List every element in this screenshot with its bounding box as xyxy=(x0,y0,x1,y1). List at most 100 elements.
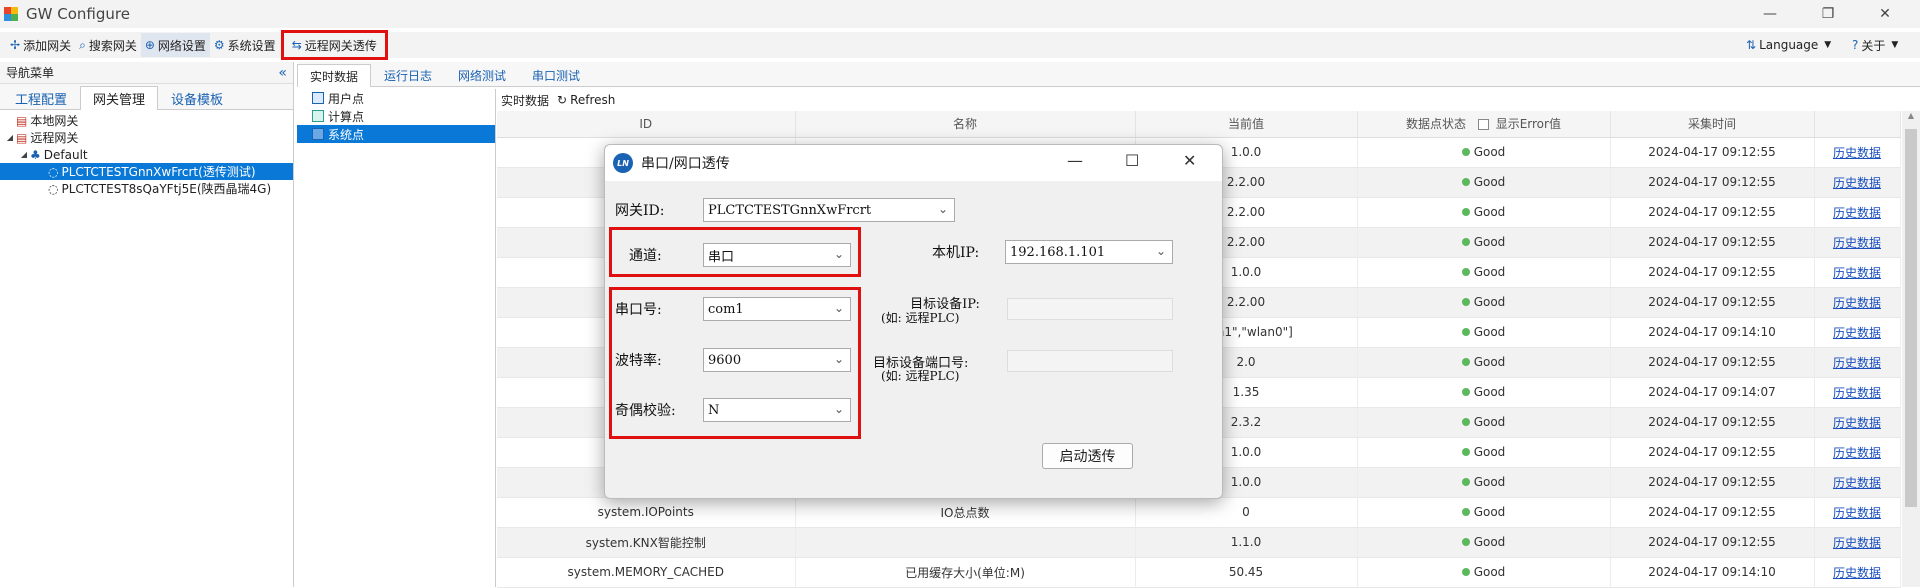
tab-project-config[interactable]: 工程配置 xyxy=(2,86,80,109)
minimize-button[interactable]: — xyxy=(1745,0,1795,28)
cell-history: 历史数据 xyxy=(1814,497,1901,528)
target-ip-input[interactable] xyxy=(1007,298,1173,320)
cell-history: 历史数据 xyxy=(1814,407,1901,438)
point-item-user[interactable]: 用户点 xyxy=(297,89,495,107)
tree-item-remote-gateway[interactable]: ◢ ▤ 远程网关 xyxy=(0,129,293,146)
table-row[interactable]: system.KNX智能控制 1.1.0 Good 2024-04-17 09:12:… xyxy=(497,527,1901,558)
scroll-thumb[interactable] xyxy=(1905,129,1917,507)
chevron-down-icon: ⌄ xyxy=(1155,244,1166,258)
serial-port-select[interactable]: com1 ⌄ xyxy=(703,297,851,321)
status-text: Good xyxy=(1473,445,1506,459)
dialog-minimize-button[interactable]: — xyxy=(1067,151,1083,170)
cell-time: 2024-04-17 09:12:55 xyxy=(1610,257,1815,288)
dialog-close-button[interactable]: ✕ xyxy=(1183,151,1196,170)
history-data-link[interactable]: 历史数据 xyxy=(1833,206,1881,220)
status-dot-icon xyxy=(1461,208,1470,216)
tab-realtime-data[interactable]: 实时数据 xyxy=(297,64,372,87)
collapse-icon[interactable]: « xyxy=(278,65,287,81)
history-data-link[interactable]: 历史数据 xyxy=(1833,416,1881,430)
search-gateway-button[interactable]: ⌕ 搜索网关 xyxy=(75,33,141,57)
tree-item-local-gateway[interactable]: ▤ 本地网关 xyxy=(0,112,293,129)
baud-rate-label: 波特率: xyxy=(615,353,662,369)
show-error-checkbox[interactable] xyxy=(1477,119,1489,131)
translate-icon: ⇅ xyxy=(1746,38,1757,52)
history-data-link[interactable]: 历史数据 xyxy=(1833,146,1881,160)
gateway-id-select[interactable]: PLCTCTESTGnnXwFrcrt ⌄ xyxy=(703,198,955,222)
history-data-link[interactable]: 历史数据 xyxy=(1833,446,1881,460)
system-settings-button[interactable]: ⚙ 系统设置 xyxy=(210,33,280,57)
history-data-link[interactable]: 历史数据 xyxy=(1833,386,1881,400)
stack-icon: ▤ xyxy=(16,130,28,145)
system-point-icon xyxy=(312,128,324,140)
tab-run-log[interactable]: 运行日志 xyxy=(371,64,445,86)
add-gateway-button[interactable]: ✢ 添加网关 xyxy=(6,33,75,57)
close-button[interactable]: ✕ xyxy=(1860,0,1910,28)
status-text: Good xyxy=(1473,355,1506,369)
local-ip-value: 192.168.1.101 xyxy=(1010,244,1106,260)
chevron-down-icon: ▼ xyxy=(1891,40,1899,50)
history-data-link[interactable]: 历史数据 xyxy=(1833,326,1881,340)
tab-gateway-management[interactable]: 网关管理 xyxy=(80,86,159,110)
history-data-link[interactable]: 历史数据 xyxy=(1833,266,1881,280)
cell-status: Good xyxy=(1357,497,1611,528)
scroll-up-icon[interactable]: ▲ xyxy=(1902,111,1920,120)
column-status[interactable]: 数据点状态 显示Error值 xyxy=(1357,111,1611,138)
channel-select[interactable]: 串口 ⌄ xyxy=(703,243,851,267)
history-data-link[interactable]: 历史数据 xyxy=(1833,296,1881,310)
cell-time: 2024-04-17 09:12:55 xyxy=(1610,347,1815,378)
status-text: Good xyxy=(1473,475,1506,489)
realtime-header: 实时数据 ↻ Refresh xyxy=(497,89,1920,111)
tab-serial-test[interactable]: 串口测试 xyxy=(519,64,593,86)
search-icon: ⌕ xyxy=(79,37,86,52)
about-menu[interactable]: ? 关于 ▼ xyxy=(1848,33,1902,57)
history-data-link[interactable]: 历史数据 xyxy=(1833,176,1881,190)
language-menu[interactable]: ⇅ Language ▼ xyxy=(1742,33,1835,57)
status-dot-icon xyxy=(1461,538,1470,546)
history-data-link[interactable]: 历史数据 xyxy=(1833,506,1881,520)
passthrough-dialog: LN 串口/网口透传 — ☐ ✕ 网关ID: PLCTCTESTGnnXwFrc… xyxy=(604,144,1223,499)
dialog-maximize-button[interactable]: ☐ xyxy=(1125,151,1139,170)
target-port-input[interactable] xyxy=(1007,350,1173,372)
start-passthrough-button[interactable]: 启动透传 xyxy=(1042,443,1133,469)
refresh-button[interactable]: ↻ Refresh xyxy=(557,93,615,107)
history-data-link[interactable]: 历史数据 xyxy=(1833,566,1881,580)
history-data-link[interactable]: 历史数据 xyxy=(1833,236,1881,250)
vertical-scrollbar[interactable]: ▲ xyxy=(1902,111,1920,587)
column-name[interactable]: 名称 xyxy=(795,111,1136,138)
cell-time: 2024-04-17 09:12:55 xyxy=(1610,407,1815,438)
tree-item-default[interactable]: ◢ ♣ Default xyxy=(0,146,293,163)
tree-item-gateway-shaanxi[interactable]: ◌ PLCTCTEST8sQaYFtj5E(陕西晶瑞4G) xyxy=(0,180,293,197)
history-data-link[interactable]: 历史数据 xyxy=(1833,476,1881,490)
cell-history: 历史数据 xyxy=(1814,197,1901,228)
parity-select[interactable]: N ⌄ xyxy=(703,398,851,422)
history-data-link[interactable]: 历史数据 xyxy=(1833,536,1881,550)
status-text: Good xyxy=(1473,265,1506,279)
point-item-calc[interactable]: 计算点 xyxy=(297,107,495,125)
column-value[interactable]: 当前值 xyxy=(1135,111,1358,138)
tree-item-gateway-passthrough-test[interactable]: ◌ PLCTCTESTGnnXwFrcrt(透传测试) xyxy=(0,163,293,180)
local-ip-select[interactable]: 192.168.1.101 ⌄ xyxy=(1005,240,1173,264)
network-settings-button[interactable]: ⊕ 网络设置 xyxy=(140,33,210,57)
network-icon: ♣ xyxy=(30,147,41,162)
cell-time: 2024-04-17 09:14:10 xyxy=(1610,317,1815,348)
circle-icon: ◌ xyxy=(48,181,59,196)
tab-network-test[interactable]: 网络测试 xyxy=(445,64,519,86)
table-row[interactable]: system.IOPoints IO总点数 0 Good 2024-04-17 09:1… xyxy=(497,497,1901,528)
link-icon: ⇆ xyxy=(291,38,302,52)
table-row[interactable]: system.MEMORY_CACHED 已用缓存大小(单位:M) 50.45 Goo… xyxy=(497,557,1901,588)
history-data-link[interactable]: 历史数据 xyxy=(1833,356,1881,370)
parity-value: N xyxy=(708,402,720,418)
restore-button[interactable]: ❐ xyxy=(1803,0,1853,28)
column-id[interactable]: ID xyxy=(497,111,796,138)
expand-arrow-icon[interactable]: ◢ xyxy=(4,133,16,142)
cell-status: Good xyxy=(1357,437,1611,468)
tab-device-templates[interactable]: 设备模板 xyxy=(158,86,236,109)
column-time[interactable]: 采集时间 xyxy=(1610,111,1815,138)
baud-rate-select[interactable]: 9600 ⌄ xyxy=(703,348,851,372)
status-dot-icon xyxy=(1461,328,1470,336)
show-error-label: 显示Error值 xyxy=(1495,117,1561,132)
expand-arrow-icon[interactable]: ◢ xyxy=(18,150,30,159)
point-item-system[interactable]: 系统点 xyxy=(297,125,495,143)
navigation-title: 导航菜单 xyxy=(6,66,55,80)
remote-gateway-passthrough-button[interactable]: ⇆ 远程网关透传 xyxy=(280,30,388,60)
